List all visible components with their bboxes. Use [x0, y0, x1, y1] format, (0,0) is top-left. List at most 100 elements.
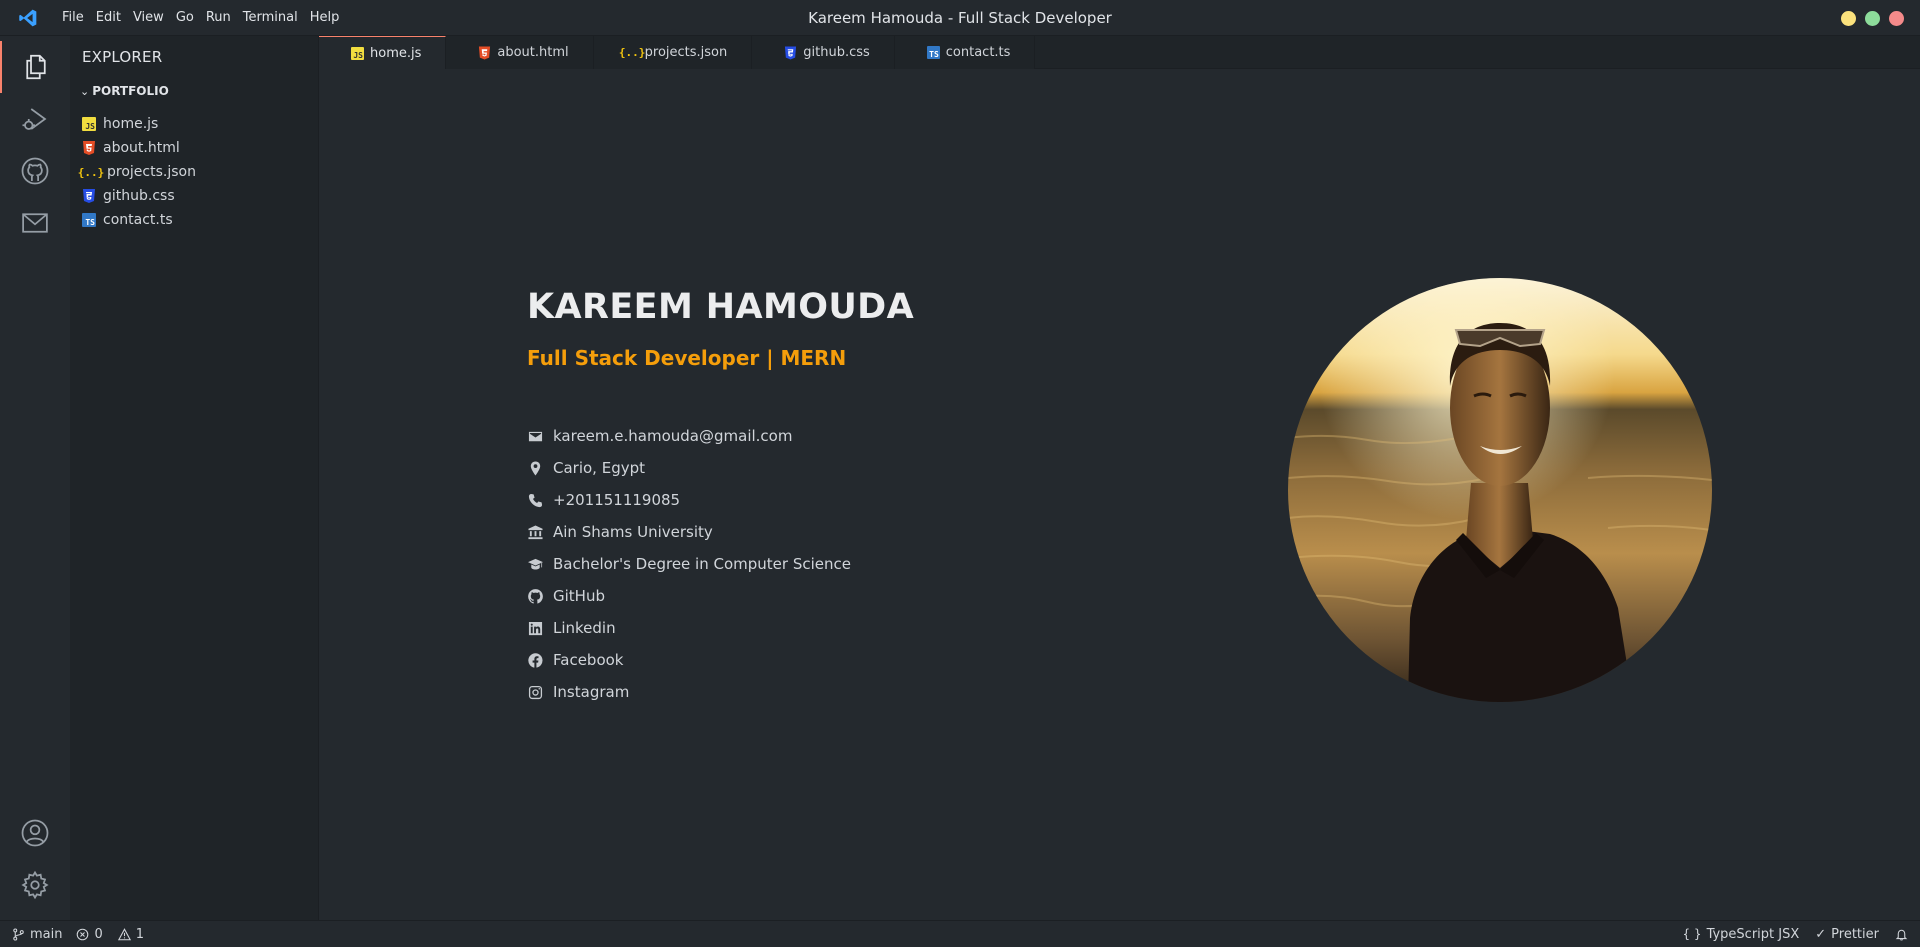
maximize-button[interactable]	[1865, 11, 1880, 26]
file-item-home-js[interactable]: JS home.js	[82, 112, 196, 136]
info-github[interactable]: GitHub	[527, 580, 851, 612]
settings-gear-icon[interactable]	[0, 859, 70, 911]
tab-home-js[interactable]: JS home.js	[319, 36, 447, 69]
file-name: projects.json	[107, 164, 196, 180]
file-name: home.js	[103, 116, 159, 132]
bell-icon	[1895, 929, 1908, 941]
location-pin-icon	[527, 460, 543, 476]
css-file-icon	[784, 46, 797, 59]
language-mode[interactable]: { } TypeScript JSX	[1682, 927, 1799, 942]
file-name: github.css	[103, 188, 175, 204]
file-item-projects-json[interactable]: {..} projects.json	[77, 160, 196, 184]
menu-view[interactable]: View	[127, 0, 170, 36]
facebook-icon	[527, 652, 543, 668]
info-text: Bachelor's Degree in Computer Science	[553, 555, 851, 573]
vscode-icon[interactable]	[0, 0, 56, 36]
formatter-label: Prettier	[1831, 926, 1879, 942]
tab-label: github.css	[803, 45, 870, 60]
activity-bar	[0, 36, 70, 920]
js-file-icon: JS	[351, 46, 364, 60]
menu-bar: File Edit View Go Run Terminal Help	[56, 0, 345, 36]
info-text: kareem.e.hamouda@gmail.com	[553, 427, 793, 445]
menu-terminal[interactable]: Terminal	[237, 0, 304, 36]
branch-indicator[interactable]: main	[12, 927, 62, 942]
account-icon[interactable]	[0, 807, 70, 859]
file-item-about-html[interactable]: about.html	[82, 136, 196, 160]
mail-icon[interactable]	[0, 197, 70, 249]
branch-name: main	[30, 926, 63, 942]
css-file-icon	[82, 189, 96, 203]
tab-github-css[interactable]: github.css	[752, 36, 895, 69]
editor-tabs: JS home.js about.html {..} projects.json…	[319, 36, 1920, 69]
run-debug-icon[interactable]	[0, 93, 70, 145]
html-file-icon	[478, 46, 491, 59]
info-instagram[interactable]: Instagram	[527, 676, 851, 708]
phone-icon	[527, 492, 543, 508]
folder-name: PORTFOLIO	[92, 84, 169, 98]
prettier-status[interactable]: ✓ Prettier	[1815, 927, 1879, 942]
error-icon	[77, 928, 89, 940]
problems-indicator[interactable]: 0 1	[76, 927, 144, 942]
tab-projects-json[interactable]: {..} projects.json	[593, 36, 753, 69]
info-text: Instagram	[553, 683, 630, 701]
menu-file[interactable]: File	[56, 0, 90, 36]
graduation-cap-icon	[527, 556, 543, 572]
university-icon	[527, 524, 543, 540]
file-item-contact-ts[interactable]: TS contact.ts	[82, 208, 196, 232]
info-email[interactable]: kareem.e.hamouda@gmail.com	[527, 420, 851, 452]
check-icon: ✓	[1815, 926, 1827, 942]
explorer-sidebar: EXPLORER ⌄ PORTFOLIO JS home.js about.ht…	[70, 36, 319, 920]
ts-file-icon: TS	[82, 213, 96, 227]
close-button[interactable]	[1889, 11, 1904, 26]
tab-about-html[interactable]: about.html	[446, 36, 594, 69]
info-location: Cario, Egypt	[527, 452, 851, 484]
tab-label: contact.ts	[945, 45, 1011, 60]
tab-label: about.html	[497, 45, 569, 60]
git-branch-icon	[13, 927, 24, 941]
minimize-button[interactable]	[1841, 11, 1856, 26]
tab-label: home.js	[370, 45, 422, 61]
warning-icon	[117, 927, 131, 940]
github-icon	[527, 588, 543, 604]
files-icon[interactable]	[0, 41, 70, 93]
warning-count: 1	[135, 926, 145, 942]
file-name: contact.ts	[103, 212, 173, 228]
json-file-icon: {..}	[77, 165, 105, 179]
info-text: Linkedin	[553, 619, 616, 637]
html-file-icon	[82, 141, 96, 155]
github-icon[interactable]	[0, 145, 70, 197]
file-list: JS home.js about.html {..} projects.json…	[77, 112, 196, 232]
info-text: Facebook	[553, 651, 624, 669]
chevron-down-icon: ⌄	[80, 84, 90, 98]
profile-role: Full Stack Developer | MERN	[527, 346, 847, 370]
menu-edit[interactable]: Edit	[90, 0, 127, 36]
info-university: Ain Shams University	[527, 516, 851, 548]
file-name: about.html	[103, 140, 180, 156]
notifications-bell[interactable]	[1895, 928, 1908, 941]
explorer-title: EXPLORER	[82, 48, 163, 66]
menu-help[interactable]: Help	[304, 0, 346, 36]
info-linkedin[interactable]: Linkedin	[527, 612, 851, 644]
folder-portfolio[interactable]: ⌄ PORTFOLIO	[80, 84, 169, 98]
info-phone[interactable]: +201151119085	[527, 484, 851, 516]
error-count: 0	[94, 926, 103, 942]
js-file-icon: JS	[82, 117, 96, 131]
file-item-github-css[interactable]: github.css	[82, 184, 196, 208]
info-text: +201151119085	[553, 491, 681, 509]
contact-info-list: kareem.e.hamouda@gmail.com Cario, Egypt …	[527, 420, 851, 708]
ts-file-icon: TS	[926, 46, 940, 59]
menu-run[interactable]: Run	[200, 0, 237, 36]
window-controls	[1841, 11, 1904, 26]
json-file-icon: {..}	[618, 46, 646, 59]
status-bar: main 0 1 { } TypeScript JSX ✓ Prettier	[0, 920, 1920, 947]
info-facebook[interactable]: Facebook	[527, 644, 851, 676]
editor-area: KAREEM HAMOUDA Full Stack Developer | ME…	[319, 69, 1920, 920]
tab-label: projects.json	[644, 45, 728, 60]
profile-photo	[1288, 278, 1712, 702]
info-text: Ain Shams University	[553, 523, 713, 541]
info-text: GitHub	[553, 587, 605, 605]
linkedin-icon	[527, 620, 543, 636]
profile-name: KAREEM HAMOUDA	[527, 287, 915, 327]
tab-contact-ts[interactable]: TS contact.ts	[894, 36, 1036, 69]
menu-go[interactable]: Go	[170, 0, 200, 36]
